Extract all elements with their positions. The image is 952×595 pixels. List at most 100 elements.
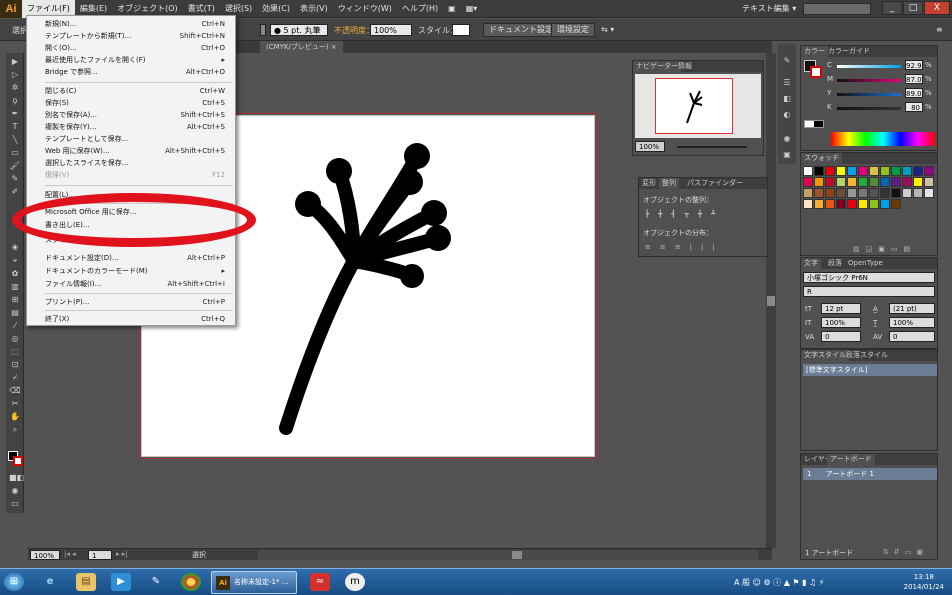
blob-brush-tool-icon[interactable]: ✐	[9, 187, 21, 197]
menu-new-from-template[interactable]: テンプレートから新規(T)... Shift+Ctrl+N	[45, 30, 231, 42]
eraser-tool-icon[interactable]: ⌫	[9, 386, 21, 396]
font-family-select[interactable]: 小塚ゴシック Pr6N	[803, 272, 935, 283]
vertical-scroll-thumb[interactable]	[767, 296, 775, 306]
free-transform-tool-icon[interactable]: ⌖	[9, 256, 21, 266]
swatch-cell[interactable]	[880, 166, 890, 176]
tab-info[interactable]: 情報	[675, 61, 695, 72]
swatch-cell[interactable]	[858, 199, 868, 209]
opacity-input[interactable]: 100%	[370, 24, 412, 36]
swatch-cell[interactable]	[924, 188, 934, 198]
tab-color-guide[interactable]: カラーガイド	[825, 46, 873, 57]
swatch-cell[interactable]	[902, 177, 912, 187]
pencil-app-icon[interactable]: ✎	[146, 573, 166, 591]
navigator-zoom-slider[interactable]	[677, 146, 747, 148]
warp-tool-icon[interactable]: ❀	[9, 243, 21, 253]
menu-open[interactable]: 開く(O)... Ctrl+O	[45, 42, 231, 54]
swatch-cell[interactable]	[814, 199, 824, 209]
system-clock[interactable]: 13:18 2014/01/24	[904, 572, 944, 592]
swatch-cell[interactable]	[847, 188, 857, 198]
scissors-tool-icon[interactable]: ✂	[9, 399, 21, 409]
app-circle-icon[interactable]: m	[345, 573, 365, 591]
artboard-tool-icon[interactable]: ⊡	[9, 360, 21, 370]
swatch-cell[interactable]	[858, 166, 868, 176]
artboard-number-select[interactable]: 1	[88, 550, 112, 560]
menu-save-as[interactable]: 別名で保存(A)... Shift+Ctrl+S	[45, 109, 231, 121]
close-window-button[interactable]: X	[924, 1, 950, 15]
zoom-select[interactable]: 100%	[30, 550, 60, 560]
arrange-icon[interactable]: ⇆ ▾	[601, 25, 614, 34]
mesh-tool-icon[interactable]: ⊞	[9, 295, 21, 305]
style-swatch[interactable]	[452, 24, 470, 36]
pencil-tool-icon[interactable]: ✎	[9, 174, 21, 184]
pen-tool-icon[interactable]: ✒	[9, 109, 21, 119]
lasso-tool-icon[interactable]: ϙ	[9, 96, 21, 106]
tab-transform[interactable]: 変形	[639, 178, 659, 189]
swatch-cell[interactable]	[847, 199, 857, 209]
swatch-cell[interactable]	[814, 166, 824, 176]
swatch-cell[interactable]	[814, 177, 824, 187]
swatch-cell[interactable]	[803, 177, 813, 187]
stroke-color-swatch[interactable]	[13, 456, 23, 466]
menu-save-as-template[interactable]: テンプレートとして保存...	[45, 133, 231, 145]
app-red-icon[interactable]: ≈	[310, 573, 330, 591]
panel-menu-icon[interactable]: ≡	[936, 25, 943, 34]
tab-opentype[interactable]: OpenType	[845, 258, 886, 269]
swatch-cell[interactable]	[924, 177, 934, 187]
swatch-cell[interactable]	[913, 166, 923, 176]
font-style-select[interactable]: R	[803, 286, 935, 297]
swatch-cell[interactable]	[869, 199, 879, 209]
menu-close[interactable]: 閉じる(C) Ctrl+W	[45, 85, 231, 97]
swatch-cell[interactable]	[814, 188, 824, 198]
swatch-cell[interactable]	[825, 177, 835, 187]
stroke-panel-icon[interactable]: ◧	[781, 94, 793, 104]
swatch-cell[interactable]	[902, 188, 912, 198]
horizontal-scroll-thumb[interactable]	[512, 551, 522, 559]
vertical-scale-input[interactable]: 100%	[821, 317, 861, 328]
swatch-cell[interactable]	[891, 188, 901, 198]
graph-tool-icon[interactable]: ▥	[9, 282, 21, 292]
menu-save-for-web[interactable]: Web 用に保存(W)... Alt+Shift+Ctrl+S	[45, 145, 231, 157]
bridge-icon[interactable]: ▣	[443, 0, 461, 18]
tracking-input[interactable]: 0	[889, 331, 935, 342]
vertical-scrollbar[interactable]	[766, 53, 776, 548]
brush-dropdown[interactable]: ● 5 pt. 丸筆	[270, 24, 328, 36]
menu-browse-bridge[interactable]: Bridge で参照... Alt+Ctrl+O	[45, 66, 231, 78]
swatch-cell[interactable]	[825, 166, 835, 176]
magenta-slider[interactable]	[837, 79, 901, 82]
menu-print[interactable]: プリント(P)... Ctrl+P	[45, 296, 231, 308]
menu-save-slices[interactable]: 選択したスライスを保存...	[45, 157, 231, 169]
hand-tool-icon[interactable]: ✋	[9, 412, 21, 422]
tab-character-styles[interactable]: 文字スタイル	[801, 350, 849, 361]
swatch-cell[interactable]	[836, 188, 846, 198]
black-slider[interactable]	[837, 107, 901, 110]
document-setup-button[interactable]: ドキュメント設定	[483, 23, 559, 37]
horizontal-scale-input[interactable]: 100%	[889, 317, 935, 328]
symbol-sprayer-tool-icon[interactable]: ✿	[9, 269, 21, 279]
explorer-folder-icon[interactable]: ▤	[76, 573, 96, 591]
swatch-cell[interactable]	[836, 177, 846, 187]
minimize-button[interactable]: _	[882, 1, 902, 15]
screen-mode-icon[interactable]: ▭	[9, 499, 21, 509]
tab-swatches[interactable]: スウォッチ	[801, 153, 842, 164]
none-white-black-swatches[interactable]	[804, 120, 824, 128]
page-nav-prev[interactable]: |◂ ◂	[64, 550, 76, 558]
swatch-cell[interactable]	[847, 177, 857, 187]
swatch-cell[interactable]	[869, 177, 879, 187]
menu-view[interactable]: 表示(V)	[295, 0, 333, 18]
swatch-cell[interactable]	[891, 199, 901, 209]
swatch-cell[interactable]	[836, 199, 846, 209]
yellow-input[interactable]: 89.0	[905, 88, 923, 98]
leading-input[interactable]: (21 pt)	[889, 303, 935, 314]
navigator-zoom-input[interactable]: 100%	[635, 141, 665, 152]
swatch-cell[interactable]	[913, 188, 923, 198]
paintbrush-tool-icon[interactable]: 🖌	[9, 161, 21, 171]
tab-navigator[interactable]: ナビゲーター	[633, 61, 681, 72]
navigator-preview[interactable]	[635, 74, 761, 138]
navigator-view-box[interactable]	[655, 78, 733, 134]
swatch-cell[interactable]	[803, 166, 813, 176]
swatch-cell[interactable]	[891, 177, 901, 187]
search-input[interactable]	[803, 3, 871, 15]
color-stroke-swatch[interactable]	[810, 66, 822, 78]
start-button-icon[interactable]: ⊞	[4, 573, 24, 591]
style-list-item[interactable]: [標準文字スタイル]	[803, 364, 937, 376]
